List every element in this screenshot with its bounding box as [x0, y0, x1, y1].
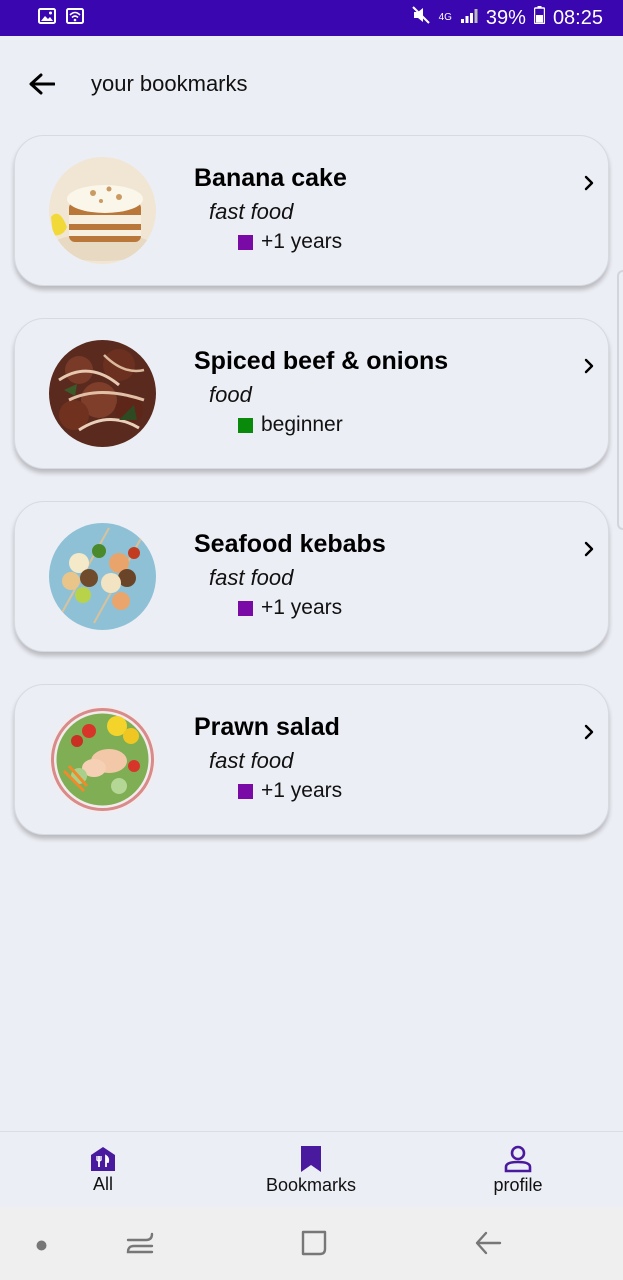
nav-item-all[interactable]: All: [63, 1132, 143, 1208]
bottom-navigation: All Bookmarks profile: [0, 1131, 623, 1207]
recipe-title: Banana cake: [194, 164, 347, 192]
recipe-category: fast food: [209, 565, 294, 590]
nav-label-profile: profile: [493, 1174, 543, 1195]
bookmark-card[interactable]: Banana cake fast food +1 years: [14, 135, 609, 286]
bookmark-list: Banana cake fast food +1 years Spiced be…: [14, 135, 609, 867]
level-label: +1 years: [261, 779, 343, 802]
chevron-right-icon: [584, 358, 594, 374]
level-label: +1 years: [261, 230, 343, 253]
chevron-right-icon: [584, 175, 594, 191]
level-label: +1 years: [261, 596, 343, 619]
battery-icon: [533, 6, 546, 30]
recipe-title: Prawn salad: [194, 713, 340, 741]
network-type: 4G: [438, 12, 452, 23]
recipe-title: Spiced beef & onions: [194, 347, 449, 375]
bookmark-card[interactable]: Spiced beef & onions food beginner: [14, 318, 609, 469]
chevron-right-icon: [584, 724, 594, 740]
back-button[interactable]: [22, 64, 62, 104]
level-color-swatch: [238, 600, 253, 616]
page-title: your bookmarks: [91, 71, 248, 96]
recipe-title: Seafood kebabs: [194, 530, 386, 558]
nav-label-bookmarks: Bookmarks: [265, 1174, 357, 1195]
level-color-swatch: [238, 783, 253, 799]
nav-item-bookmarks[interactable]: Bookmarks: [250, 1132, 372, 1208]
recipe-category: fast food: [209, 748, 294, 773]
seafood-kebabs-photo: [49, 523, 156, 630]
system-navigation-bar: [0, 1207, 623, 1280]
battery-percent: 39%: [485, 6, 526, 29]
signal-icon: [460, 7, 478, 30]
wifi-hotspot-icon: [66, 7, 84, 29]
level-label: beginner: [261, 413, 343, 436]
edge-panel-handle[interactable]: [617, 270, 623, 530]
restaurant-icon: [91, 1146, 115, 1171]
bookmark-card[interactable]: Seafood kebabs fast food +1 years: [14, 501, 609, 652]
recents-icon[interactable]: [126, 1229, 154, 1262]
prawn-salad-photo: [49, 706, 156, 813]
recipe-level: +1 years: [238, 596, 342, 620]
nav-item-profile[interactable]: profile: [478, 1132, 558, 1208]
recipe-level: +1 years: [238, 230, 342, 254]
home-icon[interactable]: [300, 1229, 328, 1262]
recipe-category: fast food: [209, 199, 294, 224]
recipe-level: beginner: [238, 413, 343, 437]
bookmark-icon: [301, 1145, 321, 1172]
bookmark-card[interactable]: Prawn salad fast food +1 years: [14, 684, 609, 835]
clock: 08:25: [552, 6, 603, 29]
spiced-beef-photo: [49, 340, 156, 447]
banana-cake-photo: [49, 157, 156, 264]
nav-label-all: All: [92, 1173, 113, 1194]
level-color-swatch: [238, 234, 253, 250]
chevron-right-icon: [584, 541, 594, 557]
arrow-left-icon: [29, 73, 55, 95]
status-bar: 4G 39% 08:25: [0, 0, 623, 36]
app-bar: your bookmarks: [0, 36, 623, 132]
person-icon: [504, 1145, 532, 1172]
image-icon: [38, 7, 56, 29]
level-color-swatch: [238, 417, 253, 433]
mute-icon: [411, 6, 431, 30]
recipe-level: +1 years: [238, 779, 342, 803]
dot-icon[interactable]: [36, 1238, 47, 1256]
back-icon[interactable]: [474, 1229, 502, 1262]
recipe-category: food: [209, 382, 252, 407]
